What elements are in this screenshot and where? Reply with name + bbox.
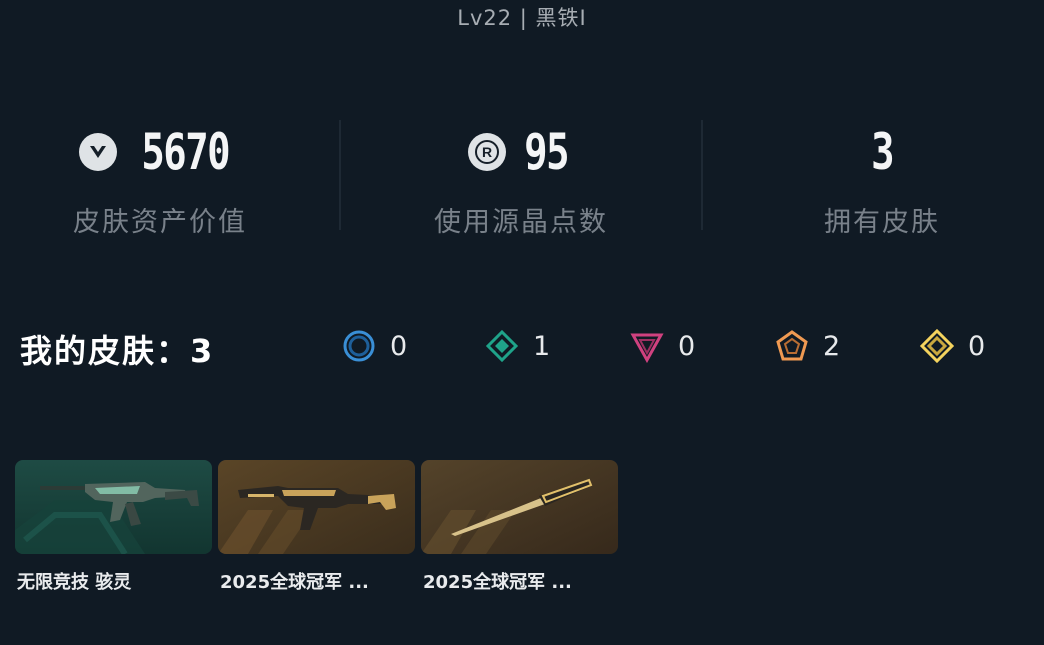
stat-value: 95 [524,123,569,181]
skin-card[interactable]: 无限竞技 骇灵 [15,460,212,594]
divider [701,120,703,230]
tier-exclusive[interactable]: 2 [775,329,840,363]
tier-count: 1 [533,330,551,362]
stat-value: 5670 [141,123,230,181]
tier-count: 0 [968,330,986,362]
premium-tier-icon [630,333,664,363]
skin-thumbnail [218,460,415,554]
stat-value: 3 [871,123,894,181]
radianite-points-icon: R [467,133,506,171]
deluxe-tier-icon [485,329,519,363]
svg-text:R: R [482,144,492,160]
tier-ultra[interactable]: 0 [920,329,985,363]
tier-deluxe[interactable]: 1 [485,329,550,363]
skin-card[interactable]: 2025全球冠军 ... [421,460,618,594]
skins-title: 我的皮肤：3 [20,332,215,370]
stat-label: 拥有皮肤 [824,207,940,238]
tier-count: 0 [678,330,696,362]
stat-skin-value: 5670 皮肤资产价值 [10,118,310,239]
player-rank: Lv22 | 黑铁I [457,6,587,30]
stat-label: 皮肤资产价值 [73,207,247,238]
stats-row: 5670 皮肤资产价值 R 95 使用源晶点数 3 拥有皮肤 [0,118,1044,248]
stat-label: 使用源晶点数 [434,207,608,238]
valorant-points-icon [78,133,117,171]
tier-count: 2 [823,330,841,362]
stat-owned-skins: 3 拥有皮肤 [732,118,1032,239]
tier-premium[interactable]: 0 [630,329,695,363]
skin-thumbnail [15,460,212,554]
stat-radianite: R 95 使用源晶点数 [371,118,671,239]
divider [339,120,341,230]
skin-card[interactable]: 2025全球冠军 ... [218,460,415,594]
skin-name: 2025全球冠军 ... [423,572,572,593]
exclusive-tier-icon [776,330,808,361]
select-tier-icon [343,330,375,362]
skin-name: 无限竞技 骇灵 [17,572,132,593]
tier-select[interactable]: 0 [342,329,407,363]
tier-count: 0 [390,330,408,362]
ultra-tier-icon [920,329,954,363]
skin-thumbnail [421,460,618,554]
skin-name: 2025全球冠军 ... [220,572,369,593]
